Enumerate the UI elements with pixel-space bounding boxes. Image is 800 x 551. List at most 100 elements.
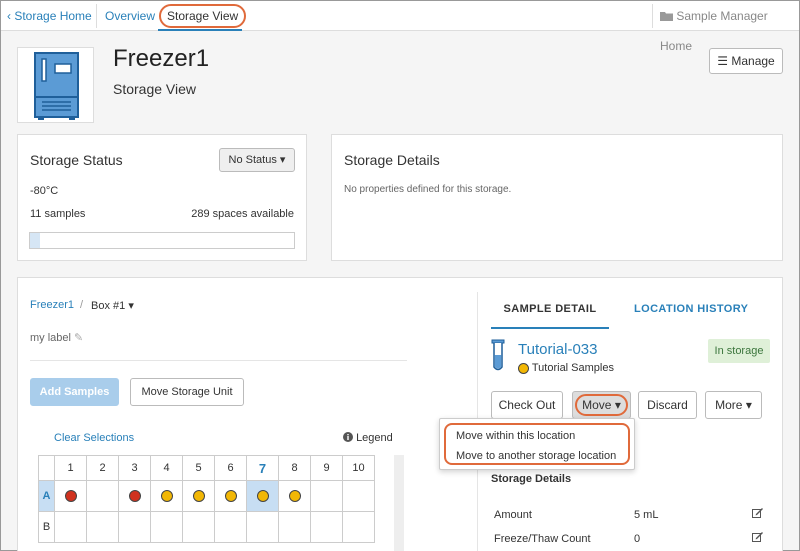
move-storage-unit-button[interactable]: Move Storage Unit xyxy=(130,378,244,406)
storage-details-heading: Storage Details xyxy=(491,473,572,485)
menu-item-move-to-another-location[interactable]: Move to another storage location xyxy=(456,450,616,462)
nav-divider xyxy=(96,4,97,28)
grid-column-header[interactable]: 5 xyxy=(182,455,215,481)
grid-cell[interactable] xyxy=(150,480,183,512)
grid-cell[interactable] xyxy=(54,480,87,512)
storage-grid: 1 2 3 4 5 6 7 8 9 10 A B xyxy=(38,455,375,543)
grid-cell[interactable] xyxy=(214,480,247,512)
freezer-icon-box xyxy=(17,47,94,123)
sample-dot xyxy=(288,490,301,503)
spaces-available: 289 spaces available xyxy=(191,208,294,220)
grid-cell[interactable] xyxy=(310,480,343,512)
sample-dot xyxy=(160,490,173,503)
grid-column-header[interactable]: 10 xyxy=(342,455,375,481)
grid-column-header[interactable]: 1 xyxy=(54,455,87,481)
storage-grid-panel: Freezer1 / Box #1 ▾ my label ✎ Add Sampl… xyxy=(17,277,783,551)
clear-selections-link[interactable]: Clear Selections xyxy=(54,432,134,444)
edit-icon[interactable] xyxy=(752,507,763,521)
prop-amount-value: 5 mL xyxy=(634,509,659,521)
top-nav: ‹ Storage Home Overview Storage View Sam… xyxy=(1,1,799,53)
breadcrumb-freezer-link[interactable]: Freezer1 xyxy=(30,299,74,311)
pencil-icon: ✎ xyxy=(74,332,84,344)
grid-column-header[interactable]: 6 xyxy=(214,455,247,481)
grid-cell[interactable] xyxy=(86,480,119,512)
grid-cell[interactable] xyxy=(182,480,215,512)
grid-cell[interactable] xyxy=(86,511,119,543)
menu-item-move-within-location[interactable]: Move within this location xyxy=(456,430,575,442)
status-badge: In storage xyxy=(708,339,770,363)
tab-location-history[interactable]: LOCATION HISTORY xyxy=(634,303,748,315)
test-tube-icon xyxy=(488,339,510,376)
page-title: Freezer1 xyxy=(113,45,210,72)
manage-button[interactable]: ☰ Manage xyxy=(709,48,783,74)
menu-icon: ☰ xyxy=(717,54,729,68)
grid-divider xyxy=(30,360,407,361)
grid-cell[interactable] xyxy=(342,480,375,512)
sample-type-dot xyxy=(518,362,529,374)
grid-scrollbar[interactable] xyxy=(394,455,404,551)
sample-name-link[interactable]: Tutorial-033 xyxy=(518,341,597,358)
grid-row-header[interactable]: A xyxy=(38,480,55,512)
grid-column-header[interactable]: 7 xyxy=(246,455,279,481)
sample-dot xyxy=(64,490,77,503)
move-button-highlight xyxy=(575,394,628,416)
sample-dot xyxy=(128,490,141,503)
grid-column-header[interactable]: 3 xyxy=(118,455,151,481)
page-subtitle: Storage View xyxy=(113,81,197,97)
discard-button[interactable]: Discard xyxy=(638,391,697,419)
grid-cell[interactable] xyxy=(118,511,151,543)
grid-cell[interactable] xyxy=(150,511,183,543)
active-tab-underline xyxy=(158,29,242,31)
storage-details-empty: No properties defined for this storage. xyxy=(344,184,512,195)
storage-status-title: Storage Status xyxy=(30,152,123,168)
tab-sample-detail[interactable]: SAMPLE DETAIL xyxy=(491,303,609,329)
grid-column-header[interactable]: 4 xyxy=(150,455,183,481)
nav-divider xyxy=(652,4,653,28)
grid-column-header[interactable]: 8 xyxy=(278,455,311,481)
sample-dot xyxy=(224,490,237,503)
sample-type: Tutorial Samples xyxy=(518,362,614,374)
nav-storage-home-link[interactable]: ‹ Storage Home xyxy=(7,1,92,31)
grid-cell[interactable] xyxy=(214,511,247,543)
sample-dot xyxy=(256,490,269,503)
grid-corner xyxy=(38,455,55,481)
grid-column-header[interactable]: 9 xyxy=(310,455,343,481)
prop-amount-label: Amount xyxy=(494,509,532,521)
grid-cell[interactable] xyxy=(246,480,279,512)
check-out-button[interactable]: Check Out xyxy=(491,391,563,419)
nav-storage-view-tab[interactable]: Storage View xyxy=(159,4,247,28)
capacity-progress-bar xyxy=(29,232,295,249)
move-dropdown-menu: Move within this location Move to anothe… xyxy=(439,418,635,470)
storage-details-title: Storage Details xyxy=(344,152,440,168)
temperature-text: -80°C xyxy=(30,185,59,197)
prop-freeze-thaw-label: Freeze/Thaw Count xyxy=(494,533,591,545)
sample-dot xyxy=(192,490,205,503)
nav-sample-manager-home-link[interactable]: Sample Manager Home xyxy=(660,1,799,53)
edit-icon[interactable] xyxy=(752,531,763,545)
grid-cell[interactable] xyxy=(278,511,311,543)
grid-cell[interactable] xyxy=(310,511,343,543)
caret-down-icon: ▾ xyxy=(128,300,134,312)
unit-label[interactable]: my label ✎ xyxy=(30,331,83,344)
storage-details-panel: Storage Details No properties defined fo… xyxy=(331,134,783,261)
caret-down-icon: ▾ xyxy=(745,398,752,412)
chevron-left-icon: ‹ xyxy=(7,9,11,23)
grid-cell[interactable] xyxy=(246,511,279,543)
more-button[interactable]: More ▾ xyxy=(705,391,762,419)
grid-row-header[interactable]: B xyxy=(38,511,55,543)
prop-freeze-thaw-value: 0 xyxy=(634,533,641,545)
grid-cell[interactable] xyxy=(182,511,215,543)
add-samples-button[interactable]: Add Samples xyxy=(30,378,119,406)
grid-cell[interactable] xyxy=(54,511,87,543)
status-dropdown-button[interactable]: No Status ▾ xyxy=(219,148,295,172)
grid-column-header[interactable]: 2 xyxy=(86,455,119,481)
breadcrumb-box-dropdown[interactable]: Box #1 ▾ xyxy=(91,299,134,312)
grid-cell[interactable] xyxy=(118,480,151,512)
freezer-icon xyxy=(34,52,79,120)
info-icon xyxy=(343,432,356,444)
sample-count: 11 samples xyxy=(30,208,86,220)
grid-cell[interactable] xyxy=(278,480,311,512)
grid-cell[interactable] xyxy=(342,511,375,543)
legend-toggle[interactable]: Legend xyxy=(343,432,393,444)
nav-overview-tab[interactable]: Overview xyxy=(105,1,155,31)
